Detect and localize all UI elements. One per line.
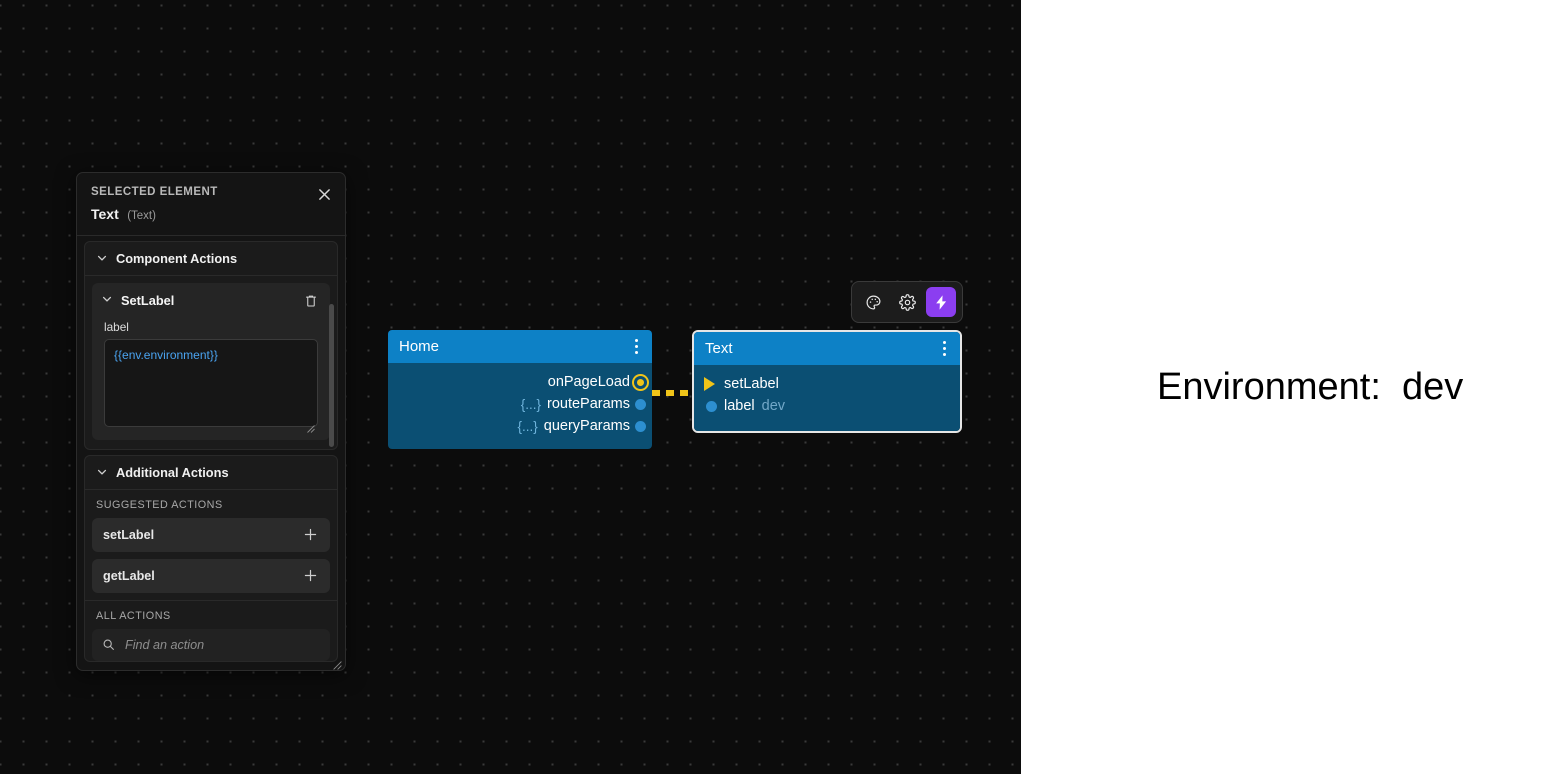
gear-icon[interactable] [892,287,922,317]
action-card-header[interactable]: SetLabel [92,283,330,319]
code-editor-wrapper [104,338,318,433]
event-arrow-icon[interactable] [704,377,715,391]
action-name: SetLabel [121,293,175,309]
node-input-label[interactable]: label dev [694,395,960,417]
node-title-text: Text [705,340,733,357]
panel-body: Component Actions SetLabel label {{env.e… [77,236,345,670]
suggested-actions-label: SUGGESTED ACTIONS [96,498,223,511]
search-input[interactable] [123,636,320,653]
panel-title: Text [91,205,119,222]
port-label: onPageLoad [547,374,630,390]
section-component-actions: Component Actions SetLabel label {{env.e… [84,240,338,450]
chevron-down-icon[interactable] [96,252,108,264]
node-title-home: Home [399,338,440,355]
floating-inspector-toolbar[interactable] [851,281,963,323]
kebab-menu-icon[interactable] [936,339,952,359]
app-preview-pane: Environment: dev [1021,0,1555,774]
lightning-bolt-icon[interactable] [926,287,956,317]
port-label: queryParams [543,418,630,434]
data-port-dot-icon[interactable] [635,398,646,410]
input-value: dev [761,398,786,414]
input-label: setLabel [724,376,779,392]
all-actions-search-row[interactable] [92,628,330,661]
section-label: Additional Actions [116,464,229,480]
node-port-queryparams[interactable]: {...} queryParams [388,415,652,437]
close-icon[interactable] [314,184,334,204]
label-expression-input[interactable] [104,338,318,427]
suggested-action-getlabel[interactable]: getLabel [92,558,330,593]
node-body-text: setLabel label dev [694,365,960,431]
chevron-down-icon[interactable] [96,466,108,478]
port-type: {...} [520,396,541,412]
action-card-setlabel: SetLabel label [92,282,330,440]
panel-header: SELECTED ELEMENT Text (Text) [77,173,345,236]
section-additional-actions: Additional Actions SUGGESTED ACTIONS set… [84,454,338,662]
node-body-home: onPageLoad {...} routeParams {...} query… [388,363,652,449]
graph-node-text[interactable]: Text setLabel label dev [692,330,962,433]
node-graph-canvas[interactable]: Home onPageLoad {...} routeParams {...} … [0,0,1021,774]
suggested-action-setlabel[interactable]: setLabel [92,517,330,552]
section-header-additional-actions[interactable]: Additional Actions [85,456,337,490]
node-port-routeparams[interactable]: {...} routeParams [388,393,652,415]
palette-icon[interactable] [858,287,888,317]
kebab-menu-icon[interactable] [628,337,644,357]
section-header-component-actions[interactable]: Component Actions [85,242,337,276]
data-port-dot-icon[interactable] [635,420,646,432]
all-actions-label: ALL ACTIONS [96,609,171,622]
event-port-dot-icon[interactable] [632,373,649,391]
node-header-home[interactable]: Home [388,330,652,363]
port-type: {...} [517,418,538,434]
field-label-label: label [104,319,129,334]
section-body-component-actions: SetLabel label [85,276,337,449]
trash-icon[interactable] [302,292,320,310]
preview-environment-text: Environment: dev [1157,366,1464,408]
port-label: routeParams [546,396,630,412]
chevron-down-icon[interactable] [101,292,113,310]
input-label: label [724,398,755,414]
suggested-action-name: getLabel [103,568,155,583]
panel-subtitle: (Text) [127,209,156,222]
data-port-dot-icon[interactable] [706,400,717,412]
plus-icon[interactable] [301,526,319,544]
node-port-onpageload[interactable]: onPageLoad [388,371,652,393]
search-icon [102,638,115,651]
suggested-action-name: setLabel [103,527,155,542]
panel-title-row: Text (Text) [91,205,331,224]
node-header-text[interactable]: Text [694,332,960,365]
section-label: Component Actions [116,250,238,266]
graph-node-home[interactable]: Home onPageLoad {...} routeParams {...} … [388,330,652,449]
panel-eyebrow-label: SELECTED ELEMENT [91,186,218,198]
selected-element-panel[interactable]: SELECTED ELEMENT Text (Text) Component A… [76,172,346,671]
node-input-setlabel[interactable]: setLabel [694,373,960,395]
app-window: Home onPageLoad {...} routeParams {...} … [0,0,1555,774]
panel-scrollbar[interactable] [329,303,334,447]
plus-icon[interactable] [301,567,319,585]
